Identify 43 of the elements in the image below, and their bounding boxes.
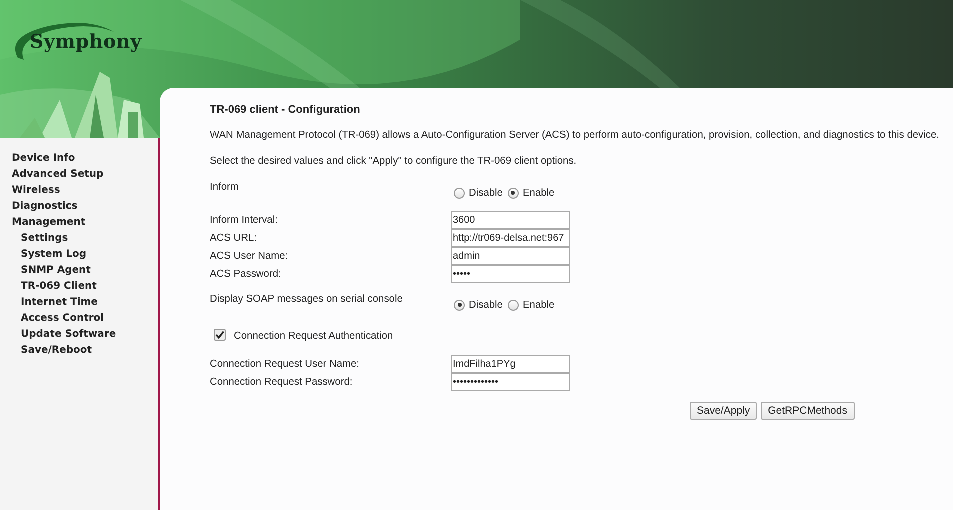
field-label: ACS URL:	[210, 232, 258, 244]
radio-button[interactable]	[454, 300, 465, 310]
checkbox[interactable]	[214, 329, 226, 341]
instruction-text: Select the desired values and click "Apply" to configure the TR-069 client options.	[210, 155, 578, 169]
radio-label: Disable	[469, 188, 503, 198]
checkbox-label: Connection Request Authentication	[234, 331, 394, 342]
nav-item[interactable]: Diagnostics	[0, 199, 78, 215]
input-field[interactable]: •••••	[451, 265, 570, 283]
input-field[interactable]: •••••••••••••	[451, 373, 570, 391]
input-field[interactable]: 3600	[451, 211, 570, 229]
nav-item[interactable]: Settings	[0, 231, 68, 247]
field-label: Connection Request User Name:	[210, 358, 360, 370]
action-button[interactable]: GetRPCMethods	[761, 402, 854, 420]
description-text: WAN Management Protocol (TR-069) allows a Auto-Configuration Server (ACS) to perform auto-configuration, provision, collection, and diagnostics to this device.	[210, 129, 940, 143]
nav-item[interactable]: SNMP Agent	[0, 263, 91, 279]
field-label: Connection Request Password:	[210, 376, 354, 388]
nav-item[interactable]: Internet Time	[0, 295, 98, 311]
action-button[interactable]: Save/Apply	[690, 402, 758, 420]
nav-item[interactable]: Management	[0, 215, 86, 231]
nav-item[interactable]: Advanced Setup	[0, 167, 104, 183]
logo-text: Symphony	[30, 31, 142, 53]
field-label: ACS User Name:	[210, 250, 290, 262]
field-label: Inform	[210, 182, 240, 193]
radio-button[interactable]	[508, 300, 519, 310]
radio-button[interactable]	[508, 188, 519, 198]
nav-item[interactable]: Update Software	[0, 327, 116, 343]
input-field[interactable]: ImdFilha1PYg	[451, 355, 570, 373]
field-label: Inform Interval:	[210, 214, 279, 226]
nav-item[interactable]: Save/Reboot	[0, 343, 92, 359]
nav-item[interactable]: Wireless	[0, 183, 60, 199]
nav-item[interactable]: Device Info	[0, 151, 76, 167]
field-label: ACS Password:	[210, 268, 282, 280]
nav-item[interactable]: Access Control	[0, 311, 104, 327]
radio-label: Enable	[522, 300, 555, 310]
radio-label: Enable	[522, 188, 555, 198]
page-title: TR-069 client - Configuration	[210, 103, 362, 117]
field-label: Display SOAP messages on serial console	[210, 294, 404, 305]
nav-item[interactable]: System Log	[0, 247, 87, 263]
input-field[interactable]: http://tr069-delsa.net:967	[451, 229, 570, 247]
radio-label: Disable	[469, 300, 503, 310]
input-field[interactable]: admin	[451, 247, 570, 265]
radio-button[interactable]	[454, 188, 465, 198]
nav-item[interactable]: TR-069 Client	[0, 279, 97, 295]
